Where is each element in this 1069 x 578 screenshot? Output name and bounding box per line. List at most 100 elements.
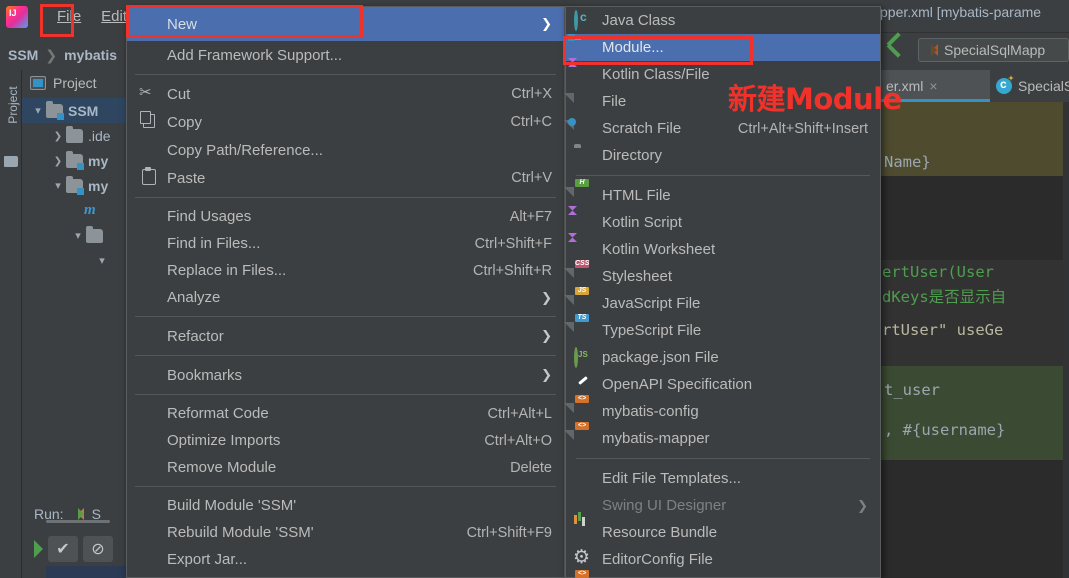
- editor-tabs: er.xml × SpecialSqlM: [880, 70, 1069, 102]
- run-divider: [46, 520, 110, 523]
- menu-item-cut[interactable]: Cut Ctrl+X: [127, 80, 564, 108]
- menu-item-shortcut: Ctrl+C: [510, 114, 553, 130]
- editor-tab-label: SpecialSqlM: [1018, 78, 1069, 94]
- run-play-icon[interactable]: [34, 540, 43, 558]
- nodejs-icon: [574, 347, 578, 368]
- submenu-item-html-file[interactable]: H HTML File: [566, 179, 880, 209]
- navbar-file-combo[interactable]: SpecialSqlMapp: [918, 37, 1069, 62]
- chevron-down-icon[interactable]: [70, 229, 86, 242]
- chevron-right-icon[interactable]: [50, 130, 66, 142]
- submenu-item-typescript-file[interactable]: TS TypeScript File: [566, 314, 880, 344]
- tree-node-ssm[interactable]: SSM: [22, 98, 130, 123]
- xml-file-icon: [926, 43, 938, 56]
- submenu-item-scratch-file[interactable]: Scratch File Ctrl+Alt+Shift+Insert: [566, 115, 880, 142]
- submenu-item-editorconfig-file[interactable]: EditorConfig File: [566, 546, 880, 573]
- check-button[interactable]: ✔: [48, 536, 78, 562]
- menu-separator: [135, 197, 556, 198]
- menu-item-bookmarks[interactable]: Bookmarks ❯: [127, 361, 564, 389]
- menu-item-paste[interactable]: Paste Ctrl+V: [127, 164, 564, 192]
- tree-node-folder[interactable]: [22, 223, 130, 248]
- code-line: Name}: [884, 153, 931, 171]
- menu-separator: [135, 486, 556, 487]
- menu-item-label: Analyze: [167, 289, 221, 306]
- submenu-item-directory[interactable]: Directory: [566, 142, 880, 169]
- code-band: [880, 460, 1069, 578]
- submenu-item-label: package.json File: [602, 349, 719, 366]
- menu-item-copy[interactable]: Copy Ctrl+C: [127, 108, 564, 136]
- menu-item-reformat-code[interactable]: Reformat Code Ctrl+Alt+L: [127, 400, 564, 427]
- menu-item-find-in-files[interactable]: Find in Files... Ctrl+Shift+F: [127, 230, 564, 257]
- chevron-right-icon[interactable]: [50, 155, 66, 167]
- navigate-up-icon[interactable]: [884, 38, 910, 62]
- submenu-item-label: Kotlin Class/File: [602, 66, 710, 83]
- project-tool-window-button[interactable]: Project: [6, 75, 20, 135]
- menu-item-find-usages[interactable]: Find Usages Alt+F7: [127, 203, 564, 230]
- tree-node-m[interactable]: m: [22, 198, 130, 223]
- menu-item-export-jar[interactable]: Export Jar...: [127, 546, 564, 573]
- menu-item-optimize-imports[interactable]: Optimize Imports Ctrl+Alt+O: [127, 427, 564, 454]
- run-toolbar: ✔ ⊘: [22, 522, 132, 562]
- editor-scrollbar[interactable]: [1063, 102, 1069, 578]
- submenu-item-package-json-file[interactable]: package.json File: [566, 344, 880, 371]
- chevron-down-icon[interactable]: [50, 179, 66, 192]
- menu-item-rebuild-module[interactable]: Rebuild Module 'SSM' Ctrl+Shift+F9: [127, 519, 564, 546]
- code-band: [880, 176, 1069, 260]
- submenu-item-mybatis-config[interactable]: <> mybatis-config: [566, 395, 880, 425]
- chevron-down-icon[interactable]: [30, 104, 46, 117]
- menu-item-add-framework-support[interactable]: Add Framework Support...: [127, 41, 564, 69]
- code-editor[interactable]: Name} ertUser(User dKeys是否显示自 rtUser" us…: [880, 102, 1069, 578]
- submenu-item-shortcut: Ctrl+Alt+Shift+Insert: [737, 120, 868, 137]
- submenu-item-resource-bundle[interactable]: Resource Bundle: [566, 519, 880, 546]
- menu-item-shortcut: Delete: [510, 459, 552, 476]
- submenu-item-label: Module...: [602, 39, 664, 56]
- submenu-item-swing-ui-designer[interactable]: Swing UI Designer ❯: [566, 492, 880, 519]
- submenu-item-kotlin-script[interactable]: Kotlin Script: [566, 209, 880, 236]
- code-line: , #{username}: [884, 421, 1006, 439]
- tree-node-my-1[interactable]: my: [22, 148, 130, 173]
- menubar-item-file[interactable]: File: [48, 5, 90, 29]
- breadcrumb-item-1[interactable]: mybatis: [64, 47, 117, 63]
- submenu-item-xml-configuration-file[interactable]: <> XML Configuration File ❯: [566, 570, 880, 578]
- menu-item-label: Paste: [167, 169, 206, 187]
- window-title: pper.xml [mybatis-parame: [880, 4, 1042, 20]
- project-tree[interactable]: SSM .ide my my m: [22, 96, 130, 273]
- menu-item-label: Cut: [167, 85, 191, 103]
- submenu-item-module[interactable]: Module...: [566, 34, 880, 61]
- menu-item-new[interactable]: New ❯: [127, 7, 564, 41]
- menu-item-shortcut: Ctrl+Alt+O: [484, 432, 552, 449]
- menu-item-copy-path-reference[interactable]: Copy Path/Reference...: [127, 136, 564, 164]
- tree-node-nested[interactable]: [22, 248, 130, 273]
- run-header: Run: S: [22, 498, 132, 522]
- menu-item-replace-in-files[interactable]: Replace in Files... Ctrl+Shift+R: [127, 257, 564, 284]
- tree-node-idea[interactable]: .ide: [22, 123, 130, 148]
- close-icon[interactable]: ×: [929, 78, 937, 94]
- submenu-item-mybatis-mapper[interactable]: <> mybatis-mapper: [566, 422, 880, 452]
- menu-item-run-all-tests[interactable]: Run 'All Tests' Ctrl+Shift+F10: [127, 573, 564, 578]
- submenu-item-label: Java Class: [602, 12, 676, 29]
- submenu-item-javascript-file[interactable]: JS JavaScript File: [566, 287, 880, 317]
- submenu-item-stylesheet[interactable]: CSS Stylesheet: [566, 260, 880, 290]
- breadcrumb-item-0[interactable]: SSM: [8, 47, 38, 63]
- submenu-item-label: File: [602, 93, 627, 110]
- editor-tab-java[interactable]: SpecialSqlM: [990, 70, 1069, 102]
- menu-item-refactor[interactable]: Refactor ❯: [127, 322, 564, 350]
- tree-node-my-2[interactable]: my: [22, 173, 130, 198]
- submenu-item-kotlin-worksheet[interactable]: Kotlin Worksheet: [566, 236, 880, 263]
- menu-item-shortcut: Ctrl+Shift+F: [474, 235, 552, 252]
- submenu-item-openapi-specification[interactable]: OpenAPI Specification: [566, 371, 880, 398]
- submenu-item-java-class[interactable]: Java Class: [566, 7, 880, 34]
- submenu-item-edit-file-templates[interactable]: Edit File Templates...: [566, 465, 880, 492]
- submenu-item-label: Scratch File: [602, 120, 682, 137]
- chevron-right-icon: ❯: [541, 367, 552, 382]
- menu-item-label: Add Framework Support...: [167, 46, 343, 64]
- menu-item-analyze[interactable]: Analyze ❯: [127, 284, 564, 311]
- xml-diamond-icon: [72, 507, 84, 521]
- menu-separator: [135, 394, 556, 395]
- menu-item-remove-module[interactable]: Remove Module Delete: [127, 454, 564, 481]
- menu-item-label: Replace in Files...: [167, 262, 287, 279]
- chevron-down-icon[interactable]: [94, 254, 110, 267]
- structure-icon[interactable]: [4, 156, 18, 167]
- suppress-button[interactable]: ⊘: [83, 536, 113, 562]
- submenu-item-label: Resource Bundle: [602, 524, 718, 541]
- menu-item-build-module[interactable]: Build Module 'SSM': [127, 492, 564, 519]
